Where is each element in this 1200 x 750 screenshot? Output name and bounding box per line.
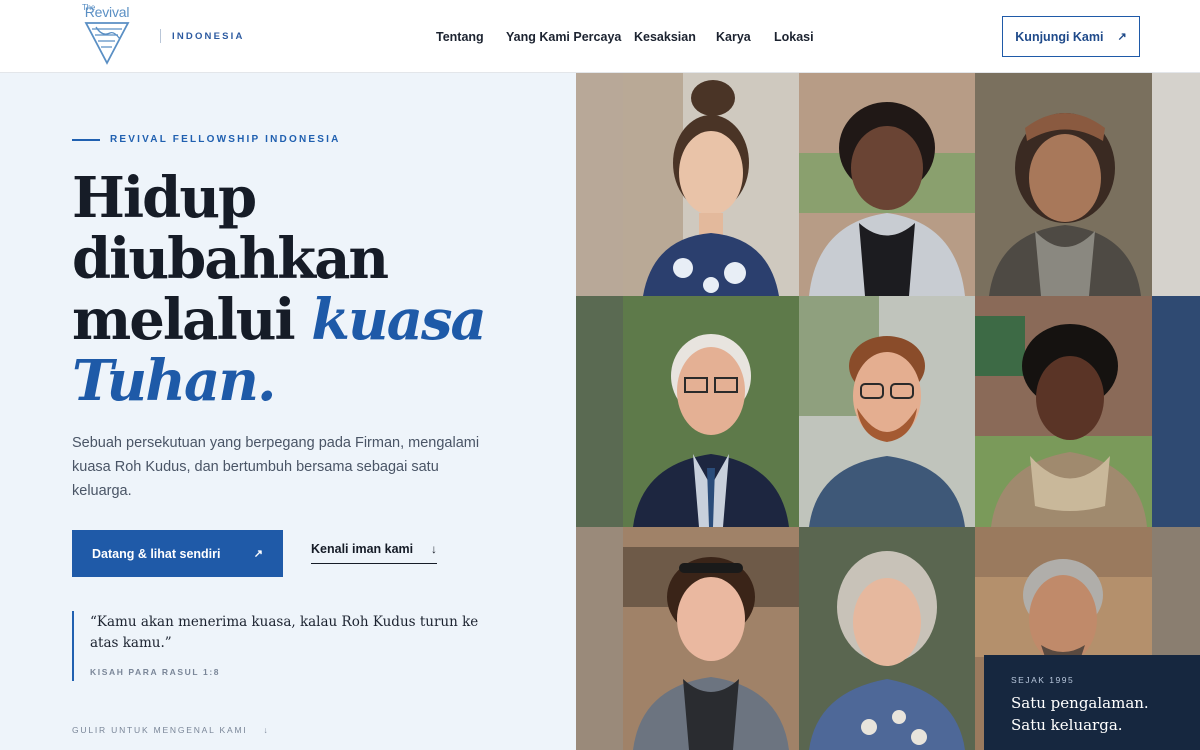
- logo-emblem-icon: [84, 22, 130, 65]
- visit-us-label: Kunjungi Kami: [1015, 29, 1104, 44]
- portrait-woman-headband: [975, 73, 1152, 296]
- portrait-woman-sunglasses-on-head: [623, 527, 799, 750]
- badge-line-2: Satu keluarga.: [1011, 716, 1123, 734]
- portrait-elderly-man-glasses: [623, 296, 799, 527]
- logo-wordmark: The Revival: [82, 3, 132, 20]
- portrait-woman-hair-bun: [623, 73, 799, 296]
- badge-text: Satu pengalaman. Satu keluarga.: [1011, 692, 1149, 736]
- nav-item-karya[interactable]: Karya: [716, 30, 751, 44]
- photo-edge-right-1: [1152, 73, 1200, 296]
- photo-edge-left-1: [576, 73, 623, 296]
- portrait-woman-grey-hoodie: [799, 73, 975, 296]
- know-our-faith-link[interactable]: Kenali iman kami ↓: [311, 542, 437, 564]
- logo-small-text: The: [82, 3, 96, 12]
- arrow-up-right-icon: ↗: [253, 548, 263, 560]
- come-and-see-label: Datang & lihat sendiri: [92, 546, 221, 561]
- region-label: INDONESIA: [172, 31, 245, 42]
- quote-accent-bar: [72, 611, 74, 681]
- portrait-elderly-woman-grey-hair: [799, 527, 975, 750]
- headline-line-2: diubahkan: [72, 226, 389, 292]
- arrow-down-icon: ↓: [263, 725, 270, 735]
- headline-line-1: Hidup: [72, 165, 257, 231]
- site-header: The Revival INDONESIA Tentang Yang Kami …: [0, 0, 1200, 73]
- portrait-grid: [576, 73, 1200, 750]
- hero-description: Sebuah persekutuan yang berpegang pada F…: [72, 435, 480, 499]
- badge-label: SEJAK 1995: [1011, 675, 1075, 685]
- since-badge: SEJAK 1995 Satu pengalaman. Satu keluarg…: [984, 655, 1200, 750]
- portrait-man-red-hair-glasses: [799, 296, 975, 527]
- come-and-see-button[interactable]: Datang & lihat sendiri ↗: [72, 530, 283, 577]
- portrait-woman-curly-hair: [975, 296, 1152, 527]
- nav-item-lokasi[interactable]: Lokasi: [774, 30, 814, 44]
- headline-line-3: melalui: [72, 287, 312, 353]
- headline-accent-1: kuasa: [311, 287, 487, 353]
- photo-edge-left-3: [576, 527, 623, 750]
- logo[interactable]: The Revival: [82, 3, 132, 66]
- scroll-hint-label: GULIR UNTUK MENGENAL KAMI: [72, 725, 248, 735]
- badge-line-1: Satu pengalaman.: [1011, 694, 1149, 712]
- headline-accent-2: Tuhan.: [72, 348, 276, 414]
- eyebrow-rule: [72, 139, 100, 141]
- nav-item-tentang[interactable]: Tentang: [436, 30, 484, 44]
- header-divider: [160, 29, 161, 43]
- arrow-up-right-icon: ↗: [1117, 31, 1127, 43]
- scripture-reference: KISAH PARA RASUL 1:8: [90, 667, 221, 677]
- hero-eyebrow: REVIVAL FELLOWSHIP INDONESIA: [110, 134, 341, 145]
- visit-us-button[interactable]: Kunjungi Kami ↗: [1002, 16, 1140, 57]
- arrow-down-icon: ↓: [431, 542, 437, 556]
- photo-edge-left-2: [576, 296, 623, 527]
- know-our-faith-label: Kenali iman kami: [311, 542, 414, 556]
- nav-item-yang-kami-percaya[interactable]: Yang Kami Percaya: [506, 30, 621, 44]
- hero-headline: Hidup diubahkan melalui kuasa Tuhan.: [72, 168, 552, 412]
- scripture-quote: “Kamu akan menerima kuasa, kalau Roh Kud…: [90, 614, 479, 651]
- scroll-hint[interactable]: GULIR UNTUK MENGENAL KAMI ↓: [72, 725, 270, 735]
- photo-edge-right-2: [1152, 296, 1200, 527]
- nav-item-kesaksian[interactable]: Kesaksian: [634, 30, 696, 44]
